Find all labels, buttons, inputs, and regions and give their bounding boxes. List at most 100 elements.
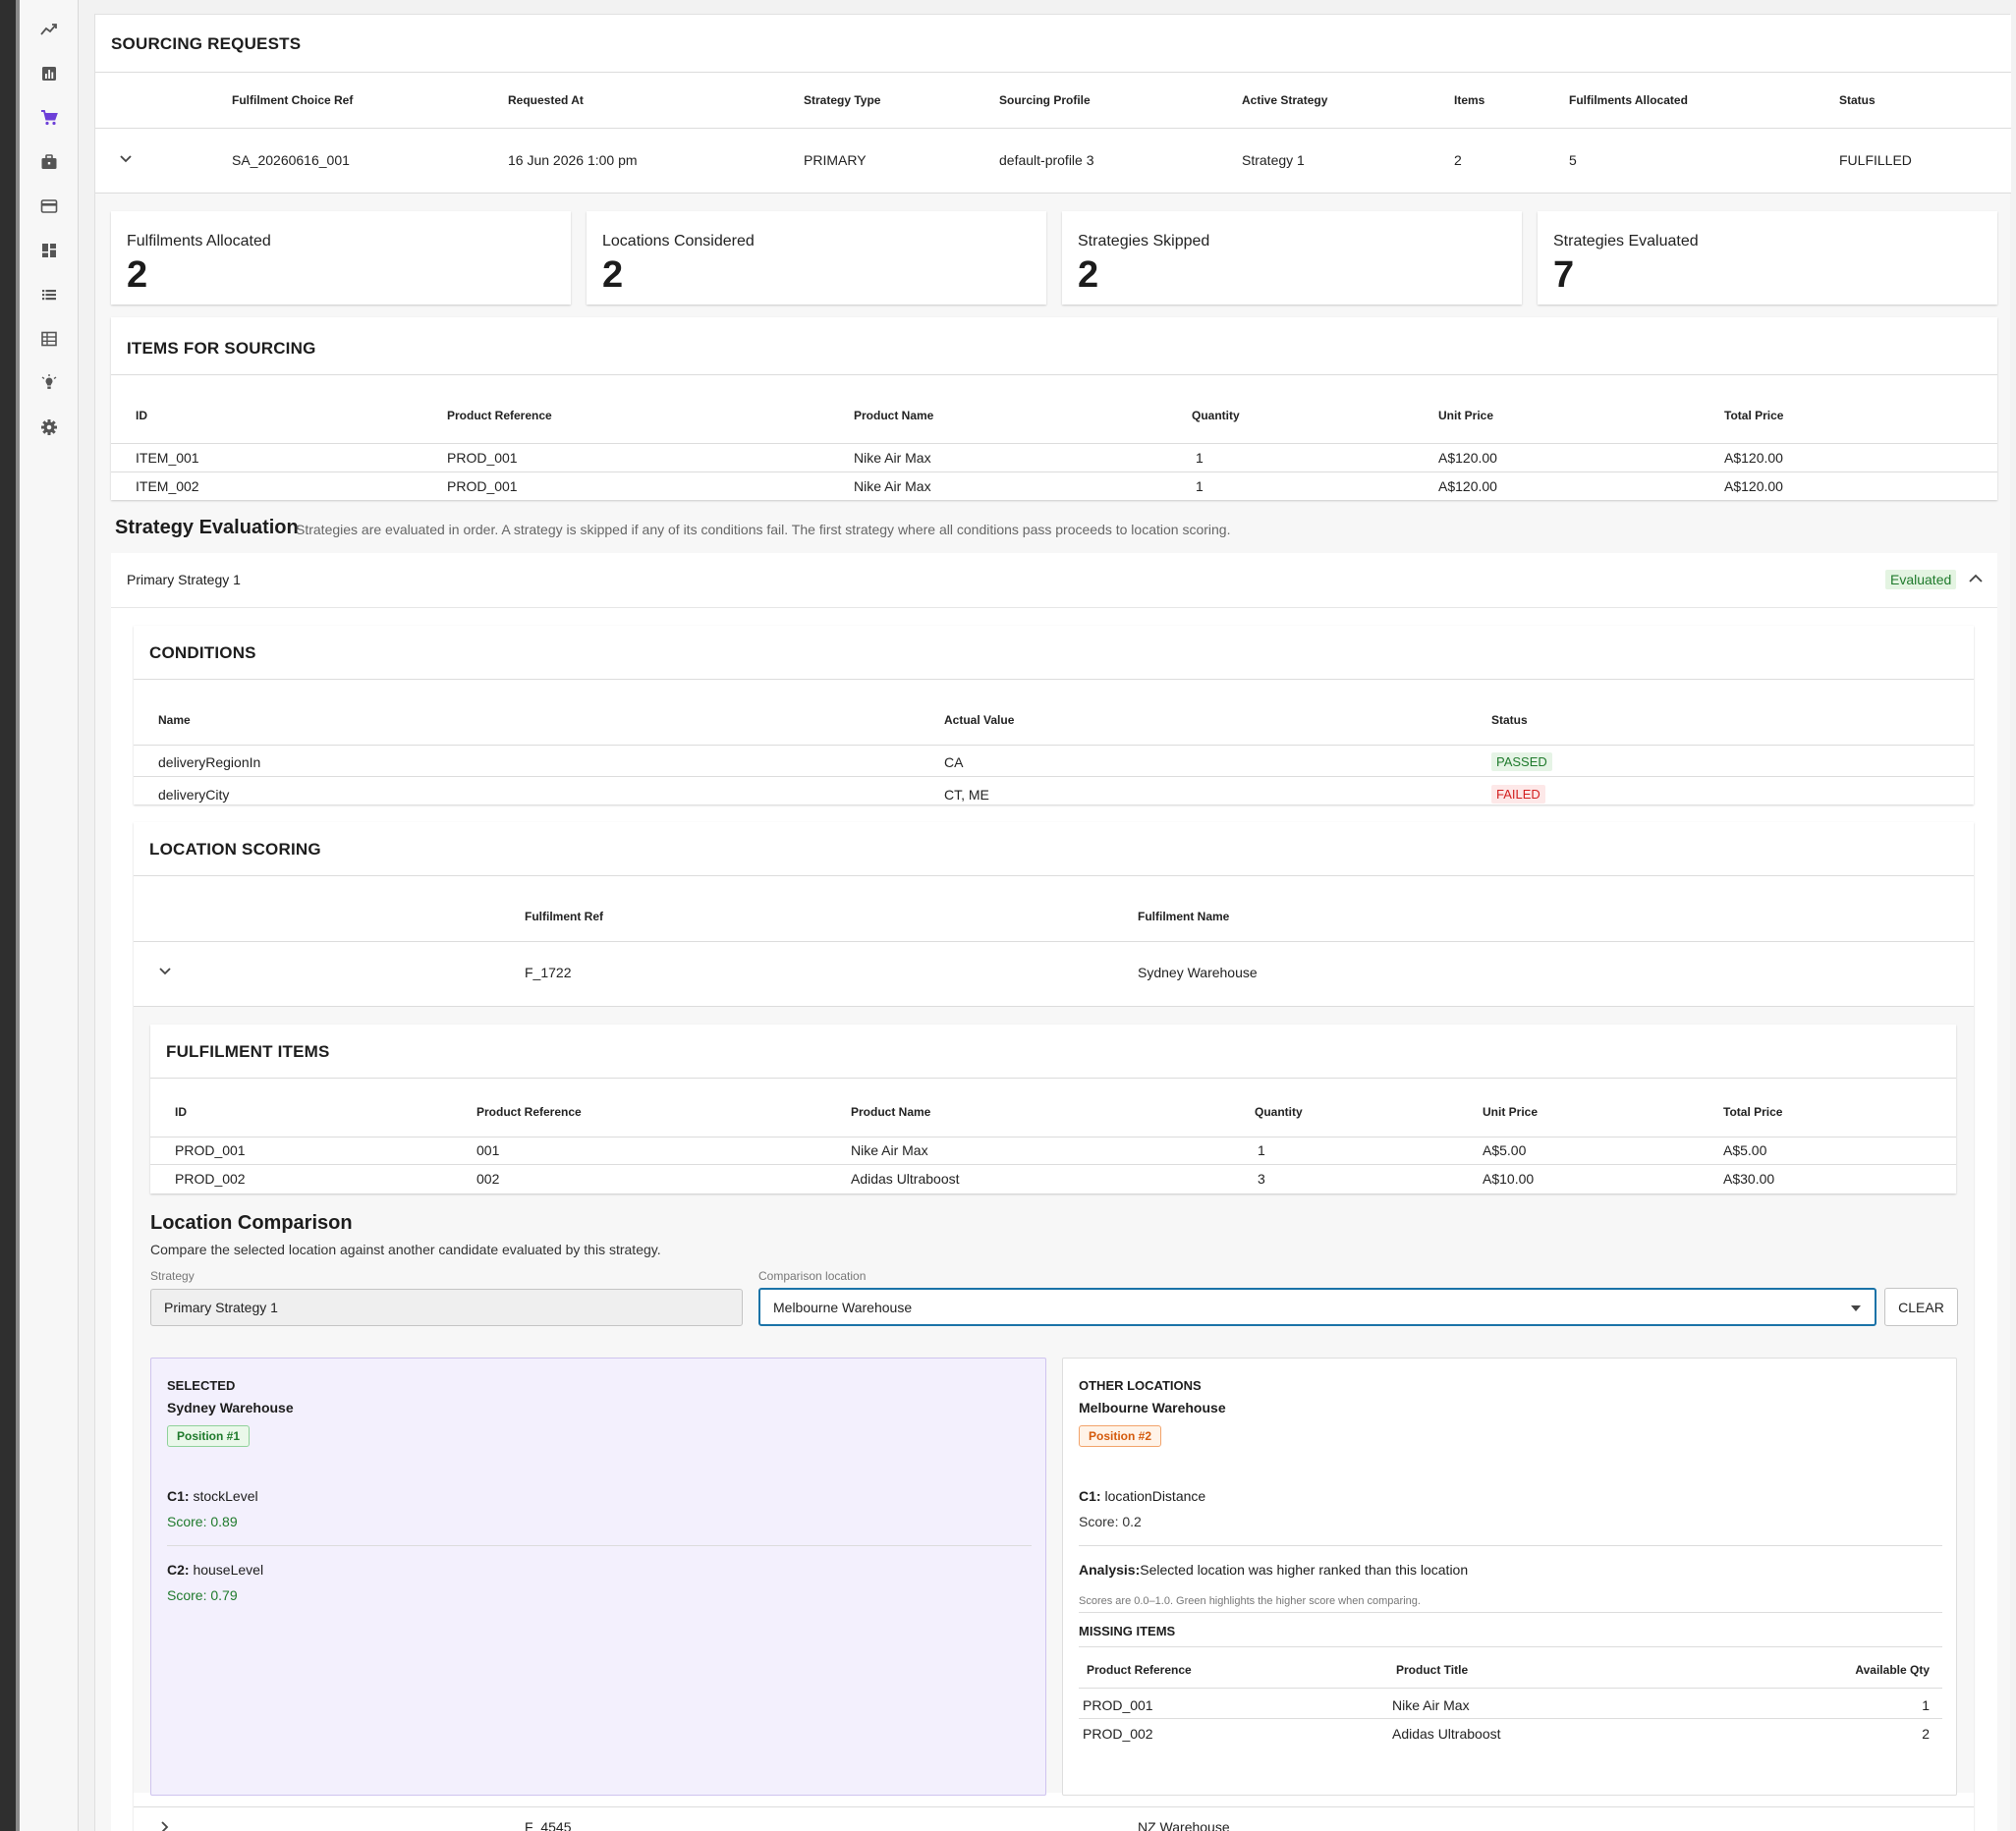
strategy-accordion-header[interactable]: [111, 553, 1997, 607]
briefcase-icon[interactable]: [20, 144, 79, 180]
strategy-evaluation-description: Strategies are evaluated in order. A str…: [296, 522, 1231, 537]
col-product-reference: Product Reference: [447, 409, 552, 422]
card-icon[interactable]: [20, 189, 79, 224]
criterion-code: C1:: [1079, 1488, 1101, 1504]
fulfilment-item-quantity: 3: [1258, 1171, 1265, 1187]
criterion: C1: stockLevel: [167, 1488, 258, 1504]
selected-heading: SELECTED: [167, 1378, 236, 1393]
missing-items-title: MISSING ITEMS: [1079, 1624, 1176, 1638]
request-requested-at: 16 Jun 2026 1:00 pm: [508, 152, 638, 168]
item-total-price: A$120.00: [1724, 478, 1783, 494]
criterion-score: Score: 0.89: [167, 1514, 238, 1529]
score-note: Scores are 0.0–1.0. Green highlights the…: [1079, 1595, 1421, 1607]
col-fulfilment-choice-ref: Fulfilment Choice Ref: [232, 93, 354, 107]
bar-chart-icon[interactable]: [20, 56, 79, 91]
criterion-score: Score: 0.79: [167, 1587, 238, 1603]
dropdown-arrow-icon: [1850, 1300, 1862, 1315]
window-edge: [0, 0, 16, 1831]
request-active-strategy: Strategy 1: [1242, 152, 1305, 168]
chevron-up-icon[interactable]: [1968, 571, 1984, 591]
missing-item-reference: PROD_001: [1083, 1697, 1153, 1713]
stat-value: 2: [602, 254, 624, 296]
stat-card-fulfilments-allocated: Fulfilments Allocated 2: [111, 211, 571, 305]
item-product-name: Nike Air Max: [854, 450, 931, 466]
col-strategy-type: Strategy Type: [804, 93, 881, 107]
selected-location-panel: SELECTED Sydney Warehouse Position #1 C1…: [150, 1358, 1046, 1796]
analysis-text: Selected location was higher ranked than…: [1140, 1562, 1469, 1578]
missing-item-reference: PROD_002: [1083, 1726, 1153, 1742]
item-id: ITEM_002: [136, 478, 199, 494]
chevron-down-icon[interactable]: [119, 152, 133, 171]
request-sourcing-profile: default-profile 3: [999, 152, 1094, 168]
cart-icon[interactable]: [20, 100, 79, 136]
comparison-location-label: Comparison location: [758, 1269, 867, 1283]
item-quantity: 1: [1196, 450, 1204, 466]
dashboard-icon[interactable]: [20, 233, 79, 268]
col-condition-status: Status: [1491, 713, 1528, 727]
missing-item-qty: 1: [1922, 1697, 1930, 1713]
col-unit-price: Unit Price: [1483, 1105, 1539, 1119]
fulfilment-items-title: FULFILMENT ITEMS: [166, 1042, 330, 1061]
col-id: ID: [175, 1105, 187, 1119]
col-items: Items: [1454, 93, 1485, 107]
item-total-price: A$120.00: [1724, 450, 1783, 466]
main-area: SOURCING REQUESTS Fulfilment Choice Ref …: [79, 0, 2016, 1831]
stat-label: Locations Considered: [602, 233, 755, 250]
location-scoring-card: LOCATION SCORING Fulfilment Ref Fulfilme…: [134, 822, 1974, 1831]
chevron-right-icon[interactable]: [158, 1820, 172, 1831]
stat-value: 2: [127, 254, 148, 296]
criterion-score: Score: 0.2: [1079, 1514, 1142, 1529]
col-total-price: Total Price: [1723, 1105, 1783, 1119]
strategy-evaluation-title: Strategy Evaluation: [115, 517, 299, 538]
col-fulfilments-allocated: Fulfilments Allocated: [1569, 93, 1688, 107]
fulfilment-item-product-name: Nike Air Max: [851, 1142, 928, 1158]
table-icon[interactable]: [20, 321, 79, 357]
condition-status-failed: FAILED: [1491, 785, 1545, 804]
col-quantity: Quantity: [1192, 409, 1240, 422]
strategy-field: Primary Strategy 1: [150, 1289, 743, 1326]
col-sourcing-profile: Sourcing Profile: [999, 93, 1091, 107]
location-scoring-title: LOCATION SCORING: [149, 840, 321, 859]
fulfilment-item-unit-price: A$10.00: [1483, 1171, 1535, 1187]
other-location-panel: OTHER LOCATIONS Melbourne Warehouse Posi…: [1062, 1358, 1957, 1796]
col-unit-price: Unit Price: [1438, 409, 1494, 422]
bulb-icon[interactable]: [20, 365, 79, 401]
condition-value: CA: [944, 754, 964, 770]
fulfilment-name: NZ Warehouse: [1138, 1819, 1230, 1831]
strategy-field-value: Primary Strategy 1: [164, 1300, 278, 1315]
item-id: ITEM_001: [136, 450, 199, 466]
location-comparison-title: Location Comparison: [150, 1212, 353, 1234]
other-location-name: Melbourne Warehouse: [1079, 1400, 1226, 1415]
col-status: Status: [1839, 93, 1876, 107]
request-status: FULFILLED: [1839, 152, 1912, 168]
col-product-name: Product Name: [851, 1105, 931, 1119]
other-heading: OTHER LOCATIONS: [1079, 1378, 1202, 1393]
comparison-location-select[interactable]: Melbourne Warehouse: [758, 1288, 1876, 1326]
stat-label: Strategies Skipped: [1078, 233, 1210, 250]
missing-item-title: Adidas Ultraboost: [1392, 1726, 1501, 1742]
fulfilment-item-unit-price: A$5.00: [1483, 1142, 1527, 1158]
condition-name: deliveryCity: [158, 787, 230, 803]
col-active-strategy: Active Strategy: [1242, 93, 1328, 107]
strategy-field-label: Strategy: [150, 1269, 195, 1283]
chevron-down-icon[interactable]: [158, 965, 172, 983]
fulfilment-item-quantity: 1: [1258, 1142, 1265, 1158]
item-product-reference: PROD_001: [447, 478, 518, 494]
missing-item-title: Nike Air Max: [1392, 1697, 1470, 1713]
stat-label: Fulfilments Allocated: [127, 233, 271, 250]
item-unit-price: A$120.00: [1438, 450, 1497, 466]
criterion-name: houseLevel: [193, 1562, 264, 1578]
conditions-card: CONDITIONS Name Actual Value Status deli…: [134, 626, 1974, 805]
fulfilment-item-id: PROD_001: [175, 1142, 246, 1158]
trend-icon[interactable]: [20, 12, 79, 47]
fulfilment-ref: F_1722: [525, 965, 572, 980]
col-id: ID: [136, 409, 147, 422]
strategy-accordion: Primary Strategy 1 Evaluated CONDITIONS …: [111, 553, 1997, 1831]
items-for-sourcing-card: ITEMS FOR SOURCING ID Product Reference …: [111, 317, 1997, 500]
location-comparison-subtitle: Compare the selected location against an…: [150, 1242, 661, 1257]
col-product-title: Product Title: [1396, 1663, 1469, 1677]
condition-name: deliveryRegionIn: [158, 754, 261, 770]
list-icon[interactable]: [20, 277, 79, 312]
gear-icon[interactable]: [20, 410, 79, 445]
clear-button[interactable]: CLEAR: [1884, 1288, 1958, 1326]
